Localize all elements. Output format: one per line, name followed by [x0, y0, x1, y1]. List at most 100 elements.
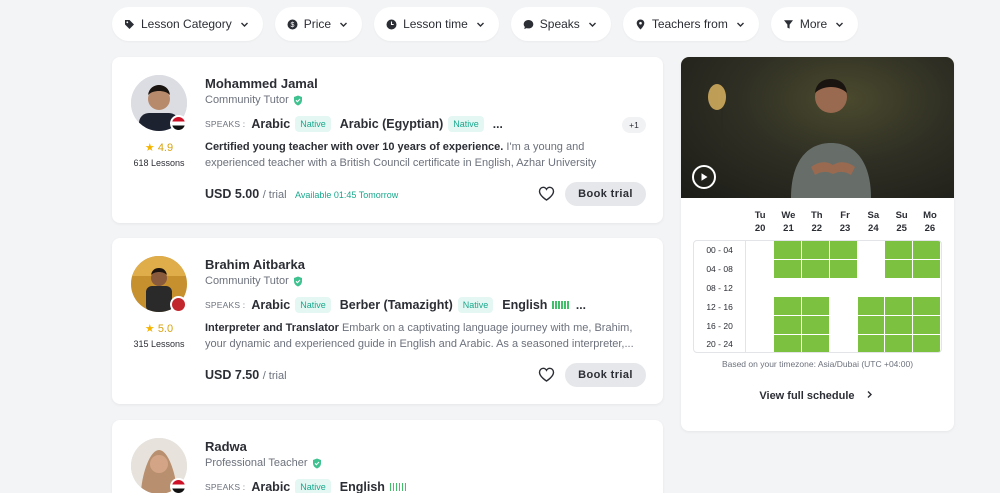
more-languages-ellipsis: ... — [575, 298, 586, 312]
schedule-day: Sa 24 — [859, 209, 887, 235]
unavailable-slot — [829, 334, 858, 352]
tutor-type-label: Community Tutor — [205, 275, 289, 287]
play-icon[interactable] — [692, 165, 716, 189]
day-date: 20 — [754, 223, 766, 234]
available-slot — [829, 241, 858, 260]
schedule-days: Tu 20 We 21 Th 22 Fr 23 Sa 24 Su 25 Mo 26 — [746, 209, 944, 235]
proficiency-bars-icon — [389, 483, 407, 491]
price-value: USD 5.00 — [205, 187, 260, 201]
day-date: 23 — [839, 223, 851, 234]
tutor-card[interactable]: Radwa Professional Teacher SPEAKS : Arab… — [112, 420, 663, 493]
language-name: English — [502, 298, 548, 312]
svg-text:$: $ — [290, 22, 294, 29]
speaks-row: SPEAKS : Arabic Native Berber (Tamazight… — [205, 297, 586, 313]
availability-text: Available 01:45 Tomorrow — [295, 190, 399, 200]
available-slot — [913, 259, 941, 279]
schedule-row: 08 - 12 — [694, 278, 941, 298]
tutor-card[interactable]: ★ 4.9 618 Lessons Mohammed Jamal Communi… — [112, 57, 663, 223]
available-slot — [801, 316, 830, 335]
unavailable-slot — [773, 278, 802, 298]
tutor-name[interactable]: Radwa — [205, 439, 247, 454]
available-slot — [857, 316, 886, 335]
tag-icon — [124, 19, 135, 30]
rating: ★ 5.0 — [112, 322, 206, 335]
filter-speaks[interactable]: Speaks — [510, 7, 611, 41]
schedule-row: 00 - 04 — [694, 241, 941, 260]
unavailable-slot — [746, 278, 774, 298]
verified-shield-icon — [293, 276, 302, 286]
tutor-headline: Certified young teacher with over 10 yea… — [205, 141, 504, 153]
price-unit: / trial — [262, 189, 287, 201]
available-slot — [885, 334, 914, 352]
available-slot — [913, 297, 941, 317]
schedule-row: 20 - 24 — [694, 334, 941, 352]
video-thumbnail — [708, 79, 871, 198]
day-of-week: Fr — [840, 210, 850, 221]
time-slot-label: 12 - 16 — [694, 297, 747, 317]
chevron-down-icon — [240, 22, 248, 27]
available-slot — [885, 316, 914, 335]
trial-price: USD 5.00 / trial — [205, 187, 287, 201]
time-slot-label: 16 - 20 — [694, 316, 747, 335]
language-level-badge: Native — [295, 297, 331, 313]
timezone-note: Based on your timezone: Asia/Dubai (UTC … — [721, 359, 914, 369]
tutor-type: Professional Teacher — [205, 457, 322, 469]
filter-label: Teachers from — [651, 17, 728, 31]
available-slot — [913, 316, 941, 335]
clock-icon — [386, 19, 397, 30]
unavailable-slot — [829, 316, 858, 335]
available-slot — [829, 259, 858, 279]
filter-lesson-time[interactable]: Lesson time — [374, 7, 499, 41]
available-slot — [801, 297, 830, 317]
tutor-type-label: Community Tutor — [205, 94, 289, 106]
filter-more[interactable]: More — [770, 7, 859, 41]
rating-value: 5.0 — [157, 323, 174, 335]
book-trial-button[interactable]: Book trial — [565, 363, 646, 387]
flag-egypt-icon — [170, 115, 187, 132]
unavailable-slot — [801, 278, 830, 298]
rating-value: 4.9 — [157, 142, 174, 154]
unavailable-slot — [885, 278, 914, 298]
speaks-label: SPEAKS : — [205, 300, 246, 310]
unavailable-slot — [746, 334, 774, 352]
chevron-down-icon — [340, 22, 348, 27]
available-slot — [885, 241, 914, 260]
unavailable-slot — [746, 316, 774, 335]
day-date: 26 — [924, 223, 936, 234]
heart-icon[interactable] — [538, 186, 555, 201]
view-full-schedule-label: View full schedule — [759, 390, 855, 402]
time-slot-label: 04 - 08 — [694, 259, 747, 279]
filter-label: More — [799, 17, 828, 31]
unavailable-slot — [857, 278, 886, 298]
language-name: Arabic — [251, 117, 291, 131]
tutor-description: Certified young teacher with over 10 yea… — [205, 139, 645, 171]
day-of-week: Mo — [923, 210, 937, 221]
more-languages-badge[interactable]: +1 — [622, 117, 646, 133]
unavailable-slot — [746, 259, 774, 279]
verified-shield-icon — [293, 95, 302, 105]
filter-price[interactable]: $ Price — [274, 7, 363, 41]
heart-icon[interactable] — [538, 367, 555, 382]
chevron-right-icon — [867, 391, 872, 398]
chevron-down-icon — [836, 22, 844, 27]
filter-lesson-category[interactable]: Lesson Category — [112, 7, 263, 41]
day-of-week: Su — [895, 210, 908, 221]
view-full-schedule-link[interactable]: View full schedule — [681, 390, 954, 402]
intro-video[interactable] — [681, 57, 954, 198]
tutor-headline: Interpreter and Translator — [205, 322, 339, 334]
speaks-row: SPEAKS : Arabic Native Arabic (Egyptian)… — [205, 116, 503, 132]
tutor-name[interactable]: Brahim Aitbarka — [205, 257, 305, 272]
available-slot — [857, 334, 886, 352]
filter-teachers-from[interactable]: Teachers from — [622, 7, 759, 41]
star-icon: ★ — [144, 323, 155, 335]
tutor-card[interactable]: ★ 5.0 315 Lessons Brahim Aitbarka Commun… — [112, 238, 663, 404]
available-slot — [913, 334, 941, 352]
lesson-count: 618 Lessons — [133, 158, 185, 168]
available-slot — [801, 334, 830, 352]
language-level-badge: Native — [448, 116, 484, 132]
available-slot — [773, 297, 802, 317]
tutor-name[interactable]: Mohammed Jamal — [205, 76, 318, 91]
tutor-type-label: Professional Teacher — [205, 457, 308, 469]
tutor-description: Interpreter and Translator Embark on a c… — [205, 320, 645, 352]
book-trial-button[interactable]: Book trial — [565, 182, 646, 206]
